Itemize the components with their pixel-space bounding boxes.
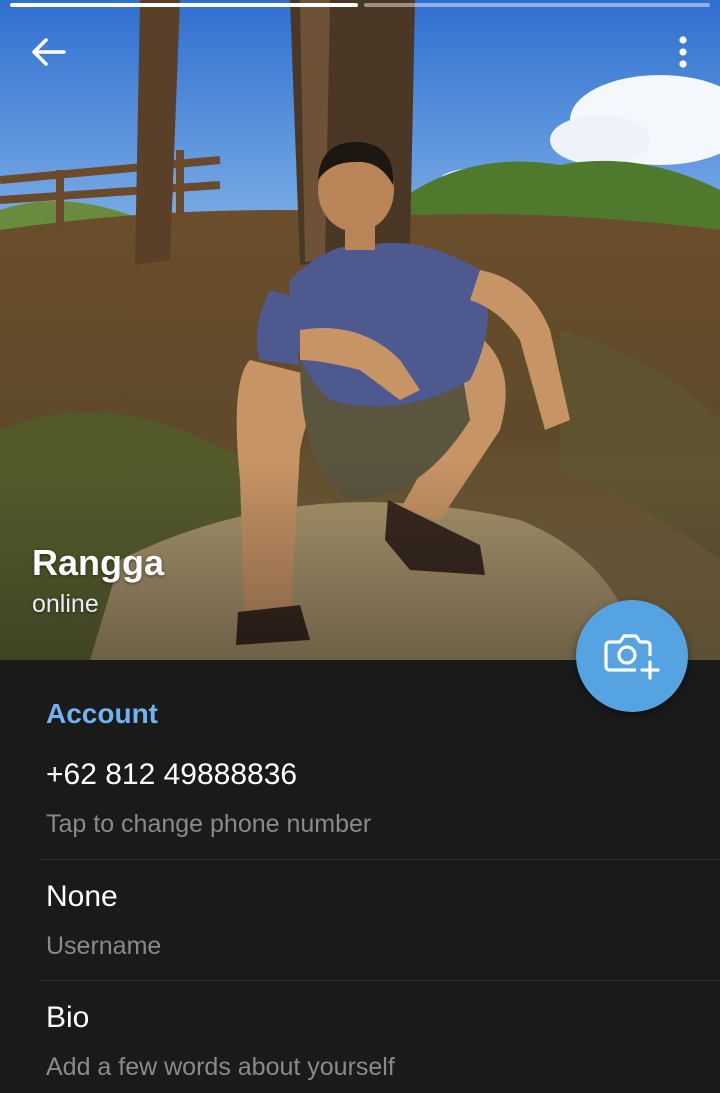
divider — [40, 859, 720, 860]
username-hint: Username — [46, 932, 162, 960]
username-value: None — [46, 880, 118, 913]
section-title-account: Account — [46, 698, 158, 729]
set-photo-button[interactable] — [576, 600, 688, 712]
back-button[interactable] — [22, 26, 74, 78]
bio-value: Bio — [46, 1001, 90, 1034]
phone-number-row[interactable]: +62 812 49888836 Tap to change phone num… — [0, 758, 720, 878]
profile-name: Rangga — [32, 542, 165, 583]
more-options-button[interactable] — [668, 26, 698, 78]
profile-screen: Rangga online Account +62 812 49888836 T… — [0, 0, 720, 1093]
account-section: Account +62 812 49888836 Tap to change p… — [0, 660, 720, 1093]
more-vertical-icon — [679, 36, 687, 68]
username-row[interactable]: None Username — [0, 880, 720, 1000]
profile-status: online — [32, 590, 99, 618]
camera-add-icon — [604, 634, 660, 680]
profile-photo[interactable]: Rangga online — [0, 0, 720, 660]
arrow-left-icon — [32, 38, 66, 66]
phone-number-hint: Tap to change phone number — [46, 810, 372, 838]
divider — [40, 980, 720, 981]
story-progress-inactive — [364, 3, 710, 7]
bio-row[interactable]: Bio Add a few words about yourself — [0, 1001, 720, 1093]
phone-number-value: +62 812 49888836 — [46, 758, 298, 791]
story-progress-active — [10, 3, 358, 7]
bio-hint: Add a few words about yourself — [46, 1053, 395, 1081]
